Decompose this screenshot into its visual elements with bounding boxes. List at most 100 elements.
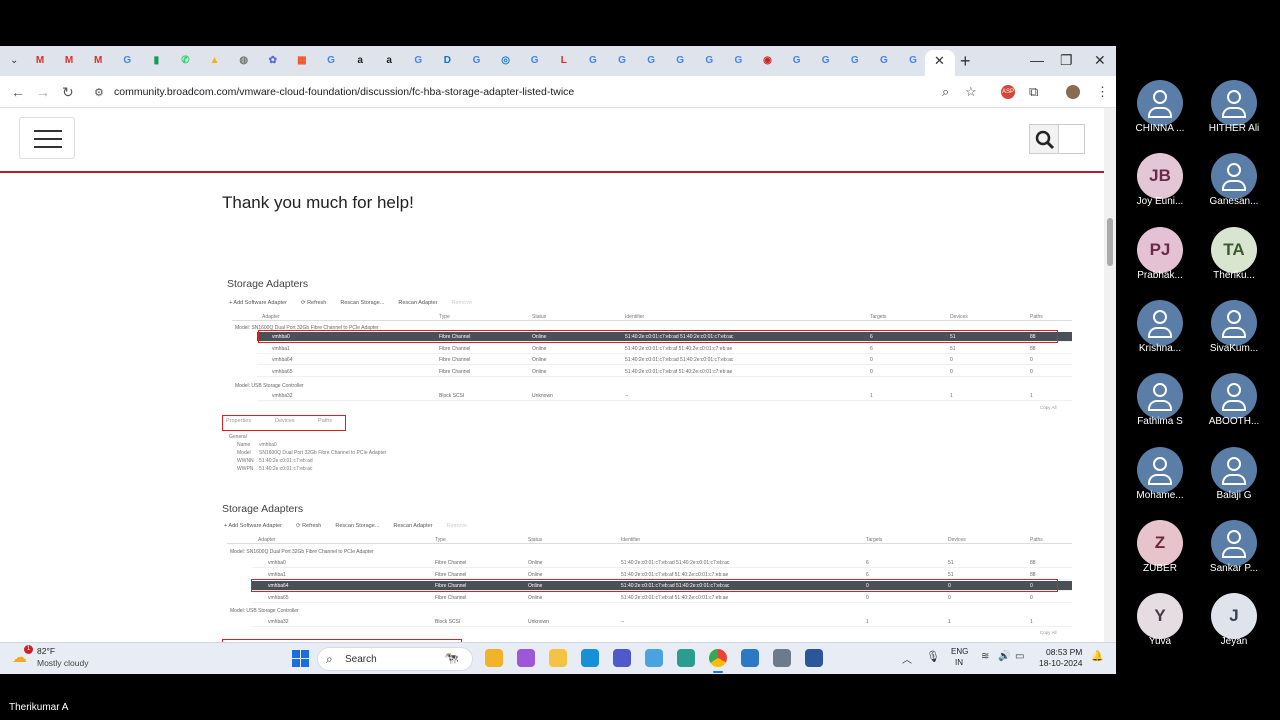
clock-date[interactable]: 18-10-2024 <box>1039 658 1082 668</box>
battery-icon[interactable]: ▭ <box>1015 651 1024 662</box>
windows-start-icon[interactable] <box>292 650 309 667</box>
snipping-tool-icon[interactable] <box>645 649 663 667</box>
close-icon[interactable]: ✕ <box>934 53 945 69</box>
toolbar-action[interactable]: Rescan Storage... <box>340 300 384 306</box>
column-header[interactable]: Status <box>532 314 546 320</box>
forward-icon[interactable]: → <box>36 84 50 100</box>
folder-icon[interactable] <box>549 649 567 667</box>
table-row[interactable]: vmhba32 Block SCSI Unknown -- 1 1 1 <box>257 391 1072 401</box>
google-icon[interactable]: G <box>411 54 425 68</box>
participant-tile[interactable]: Ganesan... <box>1199 153 1269 215</box>
google-icon[interactable]: G <box>120 54 134 68</box>
wifi-icon[interactable]: ≋ <box>981 651 989 662</box>
column-header[interactable]: Devices <box>948 537 966 543</box>
reload-icon[interactable]: ↻ <box>62 84 74 101</box>
toolbar-action[interactable]: + Add Software Adapter <box>229 300 287 306</box>
page-scrollbar[interactable] <box>1104 108 1116 642</box>
google-icon[interactable]: G <box>848 54 862 68</box>
copilot-icon[interactable] <box>517 649 535 667</box>
participant-tile[interactable]: CHINNA ... <box>1125 80 1195 142</box>
toolbar-action[interactable]: + Add Software Adapter <box>224 523 282 529</box>
tab-search-icon[interactable]: ⌄ <box>10 55 18 66</box>
settings-icon[interactable]: ✿ <box>266 54 280 68</box>
table-row[interactable]: vmhba64 Fibre Channel Online 51:40:2e:c0:01… <box>257 355 1072 365</box>
word-icon[interactable] <box>805 649 823 667</box>
adapter-group-label[interactable]: Model: USB Storage Controller <box>230 608 299 614</box>
restore-icon[interactable]: ❐ <box>1060 52 1073 69</box>
extension-asp-icon[interactable]: ASP <box>1001 85 1015 99</box>
amazon-icon[interactable]: a <box>353 54 367 68</box>
google-icon[interactable]: G <box>324 54 338 68</box>
settings-icon[interactable] <box>773 649 791 667</box>
toolbar-action[interactable]: ⟳ Refresh <box>296 523 321 529</box>
back-icon[interactable]: ← <box>11 84 25 100</box>
column-header[interactable]: Status <box>528 537 542 543</box>
microsoft-icon[interactable]: ▦ <box>295 54 309 68</box>
zoom-icon[interactable]: ⌕ <box>942 84 949 100</box>
table-row[interactable]: vmhba1 Fibre Channel Online 51:40:2e:c0:01:… <box>257 344 1072 354</box>
participant-tile[interactable]: Mohame... <box>1125 446 1195 509</box>
network-tool-icon[interactable] <box>677 649 695 667</box>
broadcom-icon[interactable]: ◉ <box>761 54 775 68</box>
participant-tile[interactable]: TA Theriku... <box>1199 226 1269 289</box>
participant-tile[interactable]: Fathima S <box>1125 373 1195 435</box>
table-row[interactable]: vmhba65 Fibre Channel Online 51:40:2e:c0:01… <box>257 367 1072 377</box>
chevron-up-icon[interactable]: ︿ <box>902 651 912 666</box>
table-row[interactable]: vmhba32 Block SCSI Unknown -- 1 1 1 <box>252 617 1072 627</box>
region-indicator[interactable]: IN <box>955 658 963 667</box>
amazon-icon[interactable]: a <box>382 54 396 68</box>
bookmark-star-icon[interactable]: ☆ <box>965 84 977 100</box>
participant-tile[interactable]: Balaji G <box>1199 446 1269 509</box>
participant-tile[interactable]: SivaKum... <box>1199 299 1269 362</box>
google-icon[interactable]: G <box>615 54 629 68</box>
bookmark-icon[interactable]: ▮ <box>149 54 163 68</box>
globe-icon[interactable]: ◍ <box>237 54 251 68</box>
edge-icon[interactable] <box>581 649 599 667</box>
column-header[interactable]: Targets <box>870 314 886 320</box>
window-close-icon[interactable]: ✕ <box>1094 52 1106 69</box>
google-icon[interactable]: G <box>906 54 920 68</box>
toolbar-action[interactable]: Remove <box>452 300 472 306</box>
participant-tile[interactable]: Z ZUBER <box>1125 519 1195 582</box>
profile-avatar[interactable] <box>1066 85 1080 99</box>
column-header[interactable]: Adapter <box>262 314 280 320</box>
file-explorer-icon[interactable] <box>485 649 503 667</box>
table-row[interactable]: vmhba1 Fibre Channel Online 51:40:2e:c0:01:… <box>252 570 1072 580</box>
copy-all-button[interactable]: Copy All <box>1040 405 1057 410</box>
extensions-icon[interactable]: ⧉ <box>1029 84 1038 100</box>
participant-tile[interactable]: Sankar P... <box>1199 519 1269 582</box>
google-icon[interactable]: G <box>673 54 687 68</box>
column-header[interactable]: Paths <box>1030 314 1043 320</box>
language-indicator[interactable]: ENG <box>951 647 968 656</box>
adapter-group-label[interactable]: Model: USB Storage Controller <box>235 383 304 389</box>
minimize-icon[interactable]: — <box>1030 52 1044 68</box>
teams-icon[interactable] <box>613 649 631 667</box>
toolbar-action[interactable]: Rescan Storage... <box>335 523 379 529</box>
column-header[interactable]: Paths <box>1030 537 1043 543</box>
clock-time[interactable]: 08:53 PM <box>1046 647 1082 657</box>
column-header[interactable]: Identifier <box>621 537 640 543</box>
notification-bell-icon[interactable]: 🔔 <box>1091 651 1103 662</box>
adapter-group-label[interactable]: Model: SN1600Q Dual Port 32Gb Fibre Chan… <box>230 549 374 555</box>
gmail-icon[interactable]: M <box>33 54 47 68</box>
hamburger-menu-button[interactable] <box>19 117 75 159</box>
google-icon[interactable]: G <box>819 54 833 68</box>
table-row[interactable]: vmhba65 Fibre Channel Online 51:40:2e:c0:01… <box>252 593 1072 603</box>
google-icon[interactable]: G <box>586 54 600 68</box>
column-header[interactable]: Identifier <box>625 314 644 320</box>
microphone-icon[interactable]: 🎙 <box>926 650 940 663</box>
toolbar-action[interactable]: Rescan Adapter <box>393 523 432 529</box>
participant-tile[interactable]: HITHER Ali <box>1199 80 1269 142</box>
copy-all-button[interactable]: Copy All <box>1040 630 1057 635</box>
participant-tile[interactable]: ABOOTH... <box>1199 373 1269 435</box>
new-tab-icon[interactable]: + <box>960 51 971 72</box>
google-icon[interactable]: G <box>790 54 804 68</box>
google-icon[interactable]: G <box>702 54 716 68</box>
column-header[interactable]: Type <box>435 537 446 543</box>
participant-tile[interactable]: JB Joy Euni... <box>1125 153 1195 215</box>
whatsapp-icon[interactable]: ✆ <box>179 54 193 68</box>
dell-icon[interactable]: D <box>440 54 454 68</box>
weather-temperature[interactable]: 82°F <box>37 646 55 656</box>
vmware-icon[interactable]: ◎ <box>499 54 513 68</box>
weather-condition[interactable]: Mostly cloudy <box>37 658 89 668</box>
